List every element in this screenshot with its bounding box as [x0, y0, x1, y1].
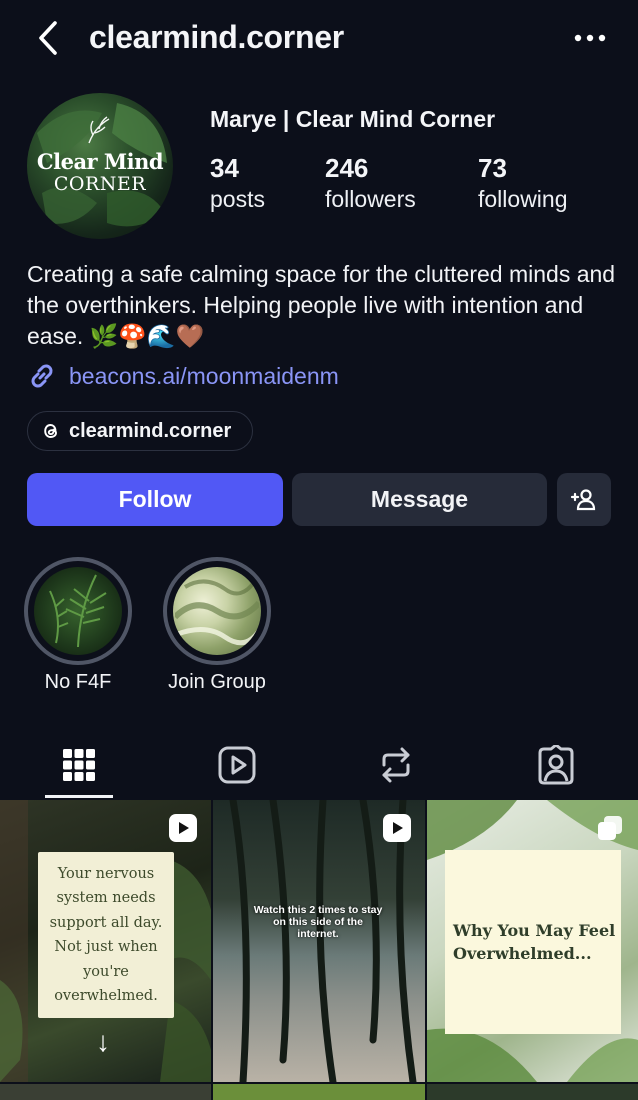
tab-reposts[interactable]	[356, 740, 436, 790]
fern-image	[34, 567, 122, 655]
content-tabs	[0, 730, 638, 800]
following-label: following	[478, 186, 568, 212]
post-text: Watch this 2 times to stay on this side …	[253, 904, 383, 940]
reels-icon	[218, 746, 256, 784]
tab-grid[interactable]	[39, 740, 119, 790]
highlight-ring	[24, 557, 132, 665]
profile-bio: Creating a safe calming space for the cl…	[27, 261, 616, 349]
post-tile[interactable]: Watch this 2 times to stay on this side …	[213, 800, 425, 1082]
marble-image	[173, 567, 261, 655]
profile-link[interactable]: beacons.ai/moonmaidenm	[27, 360, 339, 392]
highlight-join-group[interactable]: Join Group	[162, 557, 272, 694]
posts-label: posts	[210, 186, 265, 212]
post-tile[interactable]: Why You May Feel Overwhelmed...	[427, 800, 638, 1082]
carousel-icon	[596, 814, 624, 842]
post-text: Why You May Feel Overwhelmed...	[453, 921, 616, 963]
highlight-label: Join Group	[168, 671, 266, 693]
followers-count[interactable]: 246 followers	[325, 152, 416, 214]
posts-count[interactable]: 34 posts	[210, 152, 265, 214]
arrow-down-icon: ↓	[96, 1026, 110, 1057]
avatar-text-line2: CORNER	[53, 173, 147, 195]
tab-tagged[interactable]	[516, 740, 596, 790]
grid-icon	[63, 749, 95, 781]
post-tile-partial[interactable]	[213, 1084, 425, 1100]
profile-link-text: beacons.ai/moonmaidenm	[69, 362, 339, 389]
following-count[interactable]: 73 following	[478, 152, 568, 214]
link-icon	[31, 364, 53, 388]
more-options-button[interactable]	[570, 22, 610, 54]
add-user-icon	[570, 488, 596, 510]
reel-icon	[383, 814, 411, 842]
followers-label: followers	[325, 186, 416, 212]
threads-handle: clearmind.corner	[69, 419, 232, 442]
post-card: Why You May Feel Overwhelmed...	[445, 850, 621, 1034]
message-button[interactable]: Message	[292, 473, 547, 526]
threads-icon	[44, 424, 57, 438]
chevron-left-icon	[39, 21, 57, 55]
display-name: Marye | Clear Mind Corner	[210, 106, 496, 132]
highlight-label: No F4F	[44, 671, 112, 693]
highlight-no-f4f[interactable]: No F4F	[23, 557, 133, 694]
highlight-ring	[163, 557, 271, 665]
post-tile[interactable]: Your nervous system needs support all da…	[0, 800, 211, 1082]
profile-username: clearmind.corner	[89, 19, 344, 55]
posts-grid: Your nervous system needs support all da…	[0, 800, 638, 1100]
suggest-users-button[interactable]	[557, 473, 611, 526]
profile-avatar[interactable]: Clear Mind CORNER	[27, 93, 173, 239]
repost-icon	[382, 747, 410, 783]
tagged-icon	[538, 745, 574, 785]
posts-value: 34	[210, 153, 239, 183]
following-value: 73	[478, 153, 507, 183]
follow-button[interactable]: Follow	[27, 473, 283, 526]
reel-icon	[169, 814, 197, 842]
more-horizontal-icon	[574, 34, 606, 42]
post-tile-partial[interactable]	[427, 1084, 638, 1100]
post-card: Your nervous system needs support all da…	[38, 852, 174, 1018]
profile-header: clearmind.corner	[0, 0, 638, 78]
back-button[interactable]	[30, 18, 66, 58]
threads-badge[interactable]: clearmind.corner	[27, 411, 253, 451]
followers-value: 246	[325, 153, 369, 183]
post-text: Your nervous system needs support all da…	[49, 865, 163, 1005]
post-tile-partial[interactable]	[0, 1084, 211, 1100]
active-tab-indicator	[45, 795, 113, 798]
tab-reels[interactable]	[197, 740, 277, 790]
avatar-text-line1: Clear Mind	[36, 149, 164, 174]
